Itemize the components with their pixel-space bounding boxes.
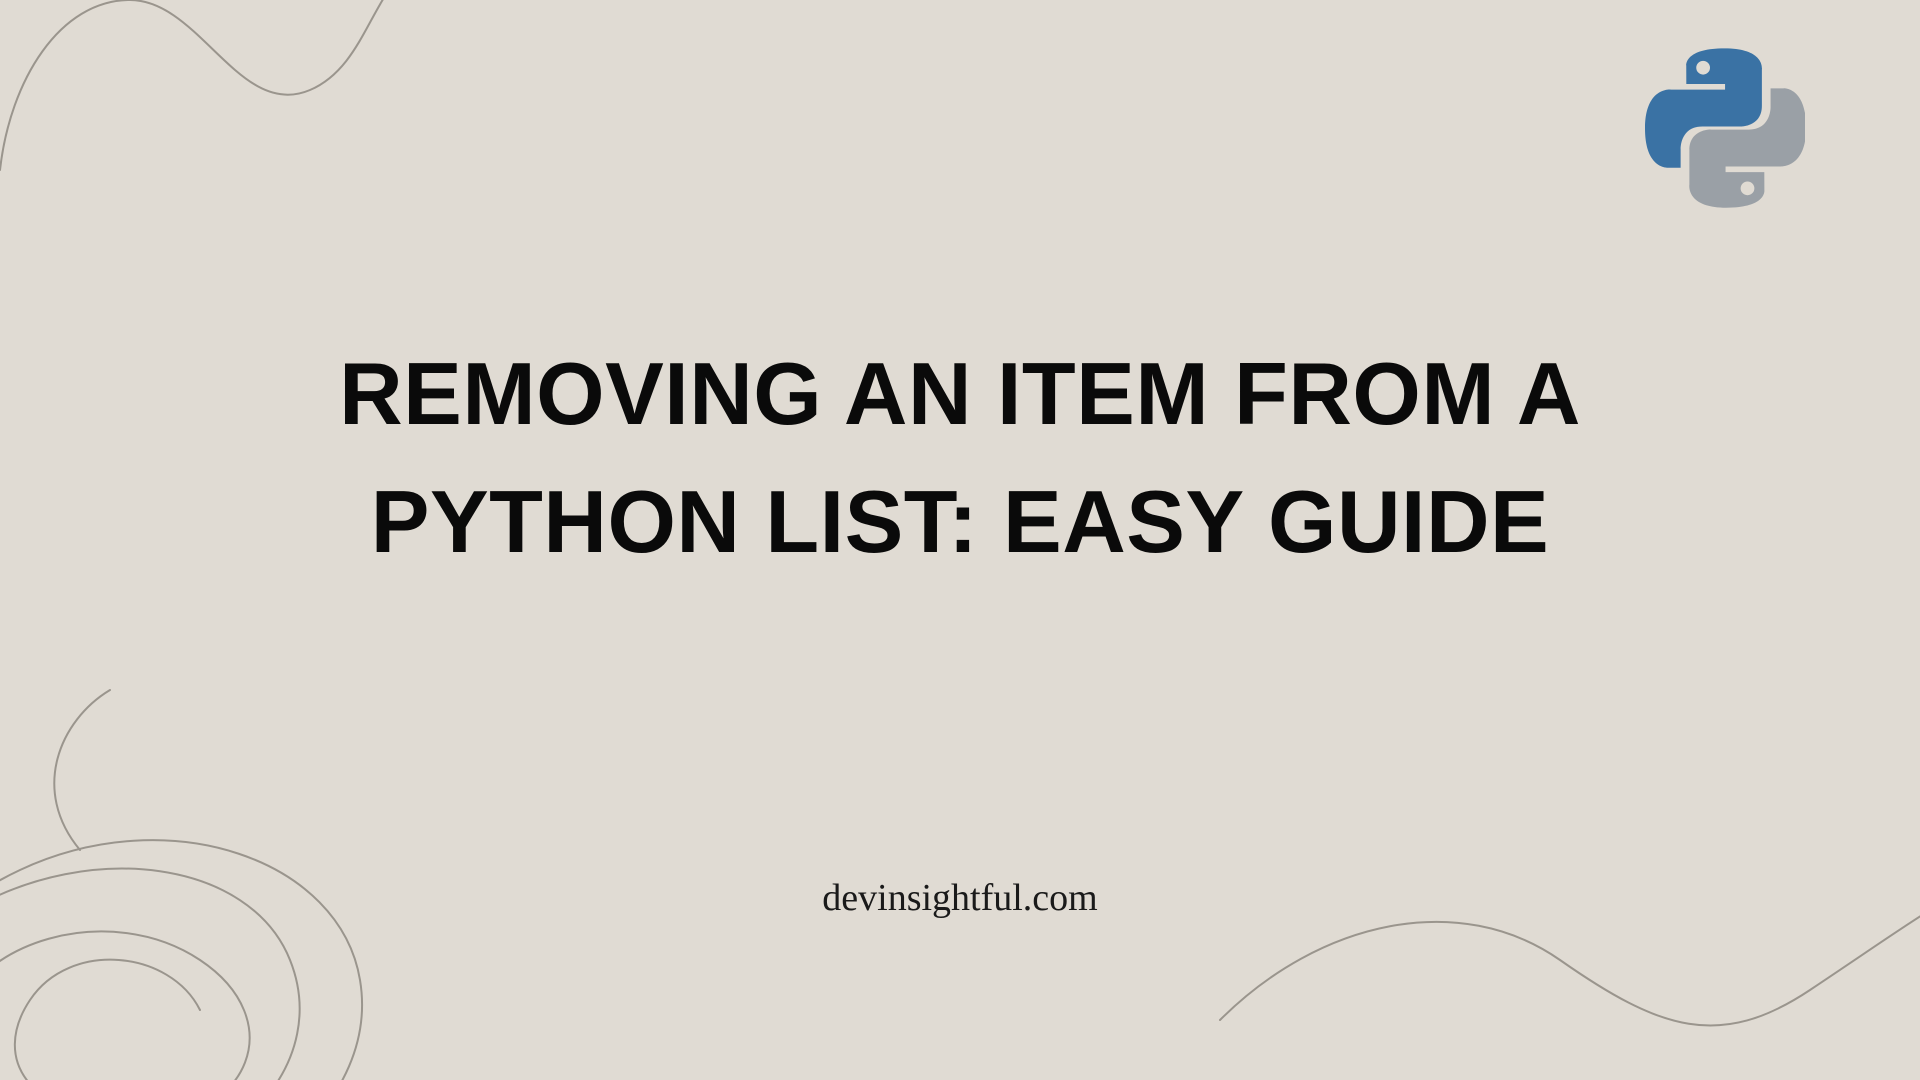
- site-name: devinsightful.com: [822, 876, 1097, 920]
- decor-scribble-bottom-left: [0, 560, 540, 1080]
- decor-wave-bottom-right: [1200, 760, 1920, 1080]
- python-logo-icon: [1645, 48, 1805, 208]
- page-title: REMOVING AN ITEM FROM A PYTHON LIST: EAS…: [310, 330, 1610, 585]
- decor-squiggle-top: [0, 0, 840, 200]
